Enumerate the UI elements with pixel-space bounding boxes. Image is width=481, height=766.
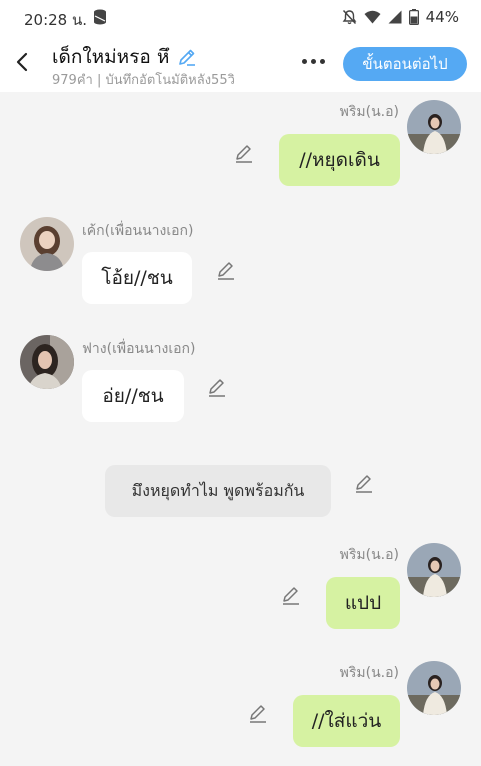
more-dot-icon: [310, 58, 316, 64]
story-title: เด็กใหม่หรอ หึ: [52, 42, 197, 72]
next-step-button[interactable]: ขั้นตอนต่อไป: [343, 47, 467, 81]
edit-message-icon[interactable]: [280, 585, 302, 607]
message-bubble[interactable]: โอ้ย//ชน: [82, 252, 192, 304]
mute-bell-icon: [342, 9, 357, 25]
sender-name: เค้ก(เพื่อนนางเอก): [82, 223, 194, 239]
status-time: 20:28 น.: [24, 11, 88, 29]
wifi-icon: [364, 10, 381, 24]
avatar-prim[interactable]: [407, 100, 461, 154]
more-dot-icon: [319, 58, 325, 64]
sender-name: พริม(น.อ): [339, 547, 399, 563]
status-bar: 20:28 น. 44%: [0, 0, 481, 34]
chat-header: เด็กใหม่หรอ หึ 979คำ | บันทึกอัตโนมัติหล…: [0, 34, 481, 92]
database-icon: [94, 9, 106, 25]
back-arrow-icon: [16, 52, 28, 72]
story-title-text: เด็กใหม่หรอ หึ: [52, 46, 170, 68]
edit-title-icon[interactable]: [177, 47, 197, 67]
edit-message-icon[interactable]: [206, 377, 228, 399]
sender-name: พริม(น.อ): [339, 104, 399, 120]
more-dot-icon: [301, 58, 307, 64]
avatar-prim[interactable]: [407, 661, 461, 715]
message-bubble[interactable]: อ่ย//ชน: [82, 370, 184, 422]
message-bubble[interactable]: แปป: [326, 577, 400, 629]
edit-message-icon[interactable]: [215, 260, 237, 282]
avatar-fang[interactable]: [20, 335, 74, 389]
sender-name: พริม(น.อ): [339, 665, 399, 681]
edit-message-icon[interactable]: [353, 473, 375, 495]
message-bubble[interactable]: //หยุดเดิน: [279, 134, 400, 186]
narration-bubble[interactable]: มึงหยุดทำไม พูดพร้อมกัน: [105, 465, 331, 517]
signal-icon: [388, 10, 402, 24]
avatar-prim[interactable]: [407, 543, 461, 597]
battery-icon: [408, 9, 419, 25]
back-button[interactable]: [10, 49, 34, 75]
message-bubble[interactable]: //ใส่แว่น: [293, 695, 400, 747]
battery-percent: 44%: [425, 8, 459, 26]
more-options-button[interactable]: [296, 50, 330, 72]
edit-message-icon[interactable]: [233, 143, 255, 165]
word-count-autosave: 979คำ | บันทึกอัตโนมัติหลัง55วิ: [52, 73, 235, 88]
edit-message-icon[interactable]: [247, 703, 269, 725]
avatar-cake[interactable]: [20, 217, 74, 271]
sender-name: ฟาง(เพื่อนนางเอก): [82, 341, 196, 357]
